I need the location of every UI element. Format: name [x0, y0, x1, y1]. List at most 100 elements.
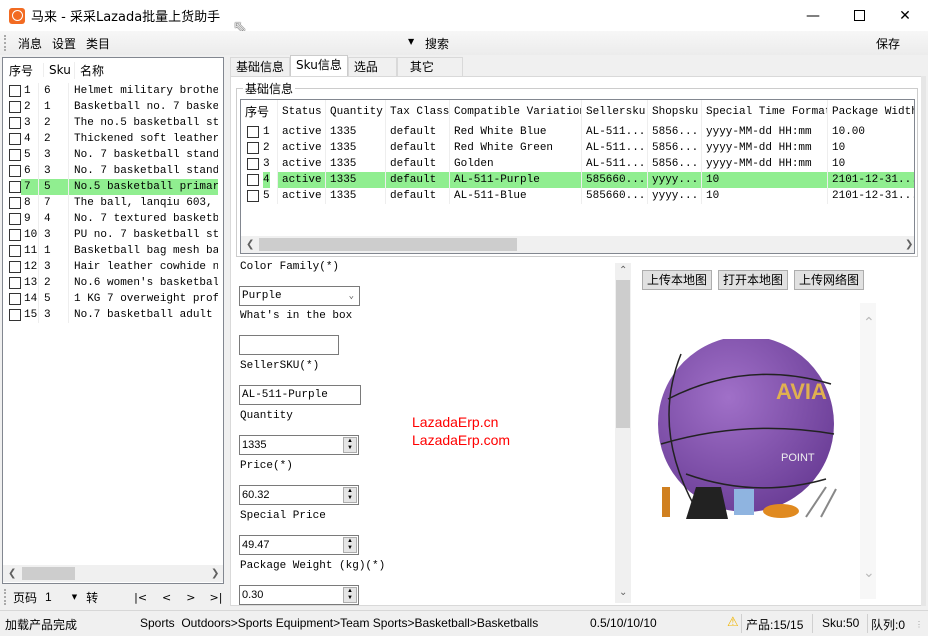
upload-local-image-button[interactable]: 上传本地图 — [642, 270, 713, 290]
product-row[interactable]: 2 1 Basketball no. 7 basketb — [3, 99, 223, 115]
column-header[interactable]: Special Time Format — [701, 100, 827, 124]
menu-category[interactable]: 类目 — [81, 35, 115, 52]
spin-buttons[interactable]: ▲ ▼ — [343, 537, 357, 553]
tab-other[interactable]: 其它 — [396, 57, 463, 76]
row-checkbox[interactable] — [9, 261, 21, 273]
page-select[interactable]: 1 — [45, 590, 52, 604]
row-checkbox[interactable] — [247, 126, 259, 138]
color-family-select[interactable]: Purple ⌄ — [239, 286, 360, 306]
row-checkbox[interactable] — [9, 165, 21, 177]
tab-product-select[interactable]: 选品 — [347, 57, 397, 76]
menu-messages[interactable]: 消息 — [13, 35, 47, 52]
row-checkbox[interactable] — [9, 229, 21, 241]
whats-in-box-input[interactable] — [239, 335, 339, 355]
product-row[interactable]: 5 3 No. 7 basketball standar — [3, 147, 223, 163]
product-row[interactable]: 15 3 No.7 basketball adult st — [3, 307, 223, 323]
quantity-stepper[interactable]: 1335 ▲ ▼ — [239, 435, 359, 455]
row-checkbox[interactable] — [247, 190, 259, 202]
column-header[interactable]: Sellersku — [581, 100, 647, 124]
product-row[interactable]: 11 1 Basketball bag mesh bask — [3, 243, 223, 259]
product-row[interactable]: 12 3 Hair leather cowhide no. — [3, 259, 223, 275]
spin-buttons[interactable]: ▲ ▼ — [343, 437, 357, 453]
minimize-button[interactable]: — — [790, 0, 836, 31]
row-checkbox[interactable] — [9, 149, 21, 161]
prev-page-button[interactable]: < — [162, 591, 171, 604]
row-checkbox[interactable] — [9, 293, 21, 305]
row-checkbox[interactable] — [9, 181, 21, 193]
scrollbar-thumb[interactable] — [22, 567, 75, 580]
page-dropdown-icon[interactable]: ▼ — [72, 593, 77, 601]
row-checkbox[interactable] — [9, 245, 21, 257]
row-checkbox[interactable] — [247, 142, 259, 154]
resize-grip-icon[interactable]: ⋮ — [915, 620, 923, 629]
row-checkbox[interactable] — [247, 158, 259, 170]
price-stepper[interactable]: 60.32 ▲ ▼ — [239, 485, 359, 505]
save-button[interactable]: 保存 — [876, 35, 900, 52]
scroll-right-icon[interactable]: ❯ — [905, 239, 913, 250]
column-header[interactable]: Tax Class — [385, 100, 449, 124]
column-header-sku[interactable]: Sku — [43, 63, 74, 77]
row-checkbox[interactable] — [9, 117, 21, 129]
scroll-up-icon[interactable]: ⌃ — [863, 315, 875, 331]
scroll-down-icon[interactable]: ⌄ — [619, 587, 627, 598]
scroll-left-icon[interactable]: ❮ — [246, 239, 254, 250]
column-header-no[interactable]: 序号 — [3, 62, 43, 79]
tab-sku-info[interactable]: Sku信息 — [290, 55, 348, 76]
column-header[interactable]: Compatible Variation — [449, 100, 581, 124]
row-checkbox[interactable] — [9, 277, 21, 289]
row-checkbox[interactable] — [9, 213, 21, 225]
special-price-stepper[interactable]: 49.47 ▲ ▼ — [239, 535, 359, 555]
window-vscrollbar[interactable] — [921, 76, 926, 606]
seller-sku-input[interactable]: AL-511-Purple — [239, 385, 361, 405]
product-row[interactable]: 6 3 No. 7 basketball standar — [3, 163, 223, 179]
column-header-name[interactable]: 名称 — [74, 61, 104, 79]
form-vscrollbar[interactable]: ⌃ ⌄ — [615, 263, 631, 603]
scroll-up-icon[interactable]: ⌃ — [619, 265, 627, 276]
scroll-down-icon[interactable]: ⌄ — [863, 565, 875, 581]
row-checkbox[interactable] — [9, 309, 21, 321]
first-page-button[interactable]: |< — [134, 591, 147, 604]
row-checkbox[interactable] — [9, 133, 21, 145]
column-header[interactable]: 序号 — [241, 100, 277, 124]
row-checkbox[interactable] — [9, 101, 21, 113]
scroll-left-icon[interactable]: ❮ — [8, 568, 16, 579]
sku-row[interactable]: 1 active 1335 default Red White Blue AL-511..… — [241, 124, 914, 140]
go-button[interactable]: 转 — [86, 589, 98, 606]
product-row[interactable]: 4 2 Thickened soft leather n — [3, 131, 223, 147]
product-row[interactable]: 3 2 The no.5 basketball stan — [3, 115, 223, 131]
scroll-right-icon[interactable]: ❯ — [211, 568, 219, 579]
column-header[interactable]: Quantity — [325, 100, 385, 124]
product-row[interactable]: 10 3 PU no. 7 basketball stan — [3, 227, 223, 243]
toolbar-grip[interactable] — [4, 35, 7, 51]
menu-settings[interactable]: 设置 — [47, 35, 81, 52]
search-button[interactable]: 搜索 — [425, 35, 449, 52]
scrollbar-thumb[interactable] — [259, 238, 517, 251]
sku-row[interactable]: 3 active 1335 default Golden AL-511... 5856...… — [241, 156, 914, 172]
package-weight-stepper[interactable]: 0.30 ▲ ▼ — [239, 585, 359, 605]
product-row[interactable]: 8 7 The ball, lanqiu 603, is — [3, 195, 223, 211]
scrollbar-thumb[interactable] — [616, 280, 630, 428]
sku-table-hscrollbar[interactable]: ❮ ❯ — [241, 236, 914, 253]
product-row[interactable]: 7 5 No.5 basketball primary — [3, 179, 223, 195]
product-row[interactable]: 14 5 1 KG 7 overweight profes — [3, 291, 223, 307]
next-page-button[interactable]: > — [186, 591, 195, 604]
row-checkbox[interactable] — [247, 174, 259, 186]
row-checkbox[interactable] — [9, 85, 21, 97]
sku-row[interactable]: 4 active 1335 default AL-511-Purple 585660...… — [241, 172, 914, 188]
column-header[interactable]: Package Width — [827, 100, 914, 124]
column-header[interactable]: Shopsku — [647, 100, 701, 124]
product-list-hscrollbar[interactable]: ❮ ❯ — [3, 565, 223, 582]
last-page-button[interactable]: >| — [209, 591, 222, 604]
upload-web-image-button[interactable]: 上传网络图 — [794, 270, 865, 290]
maximize-button[interactable] — [836, 0, 882, 31]
close-button[interactable]: ✕ — [882, 0, 928, 31]
product-row[interactable]: 13 2 No.6 women's basketball — [3, 275, 223, 291]
spin-buttons[interactable]: ▲ ▼ — [343, 487, 357, 503]
tab-basic-info[interactable]: 基础信息 — [230, 57, 291, 76]
column-header[interactable]: Status — [277, 100, 325, 124]
spin-buttons[interactable]: ▲ ▼ — [343, 587, 357, 603]
product-row[interactable]: 9 4 No. 7 textured basketbal — [3, 211, 223, 227]
row-checkbox[interactable] — [9, 197, 21, 209]
search-dropdown-arrow-icon[interactable]: ▼ — [408, 37, 414, 46]
product-row[interactable]: 1 6 Helmet military brother — [3, 83, 223, 99]
